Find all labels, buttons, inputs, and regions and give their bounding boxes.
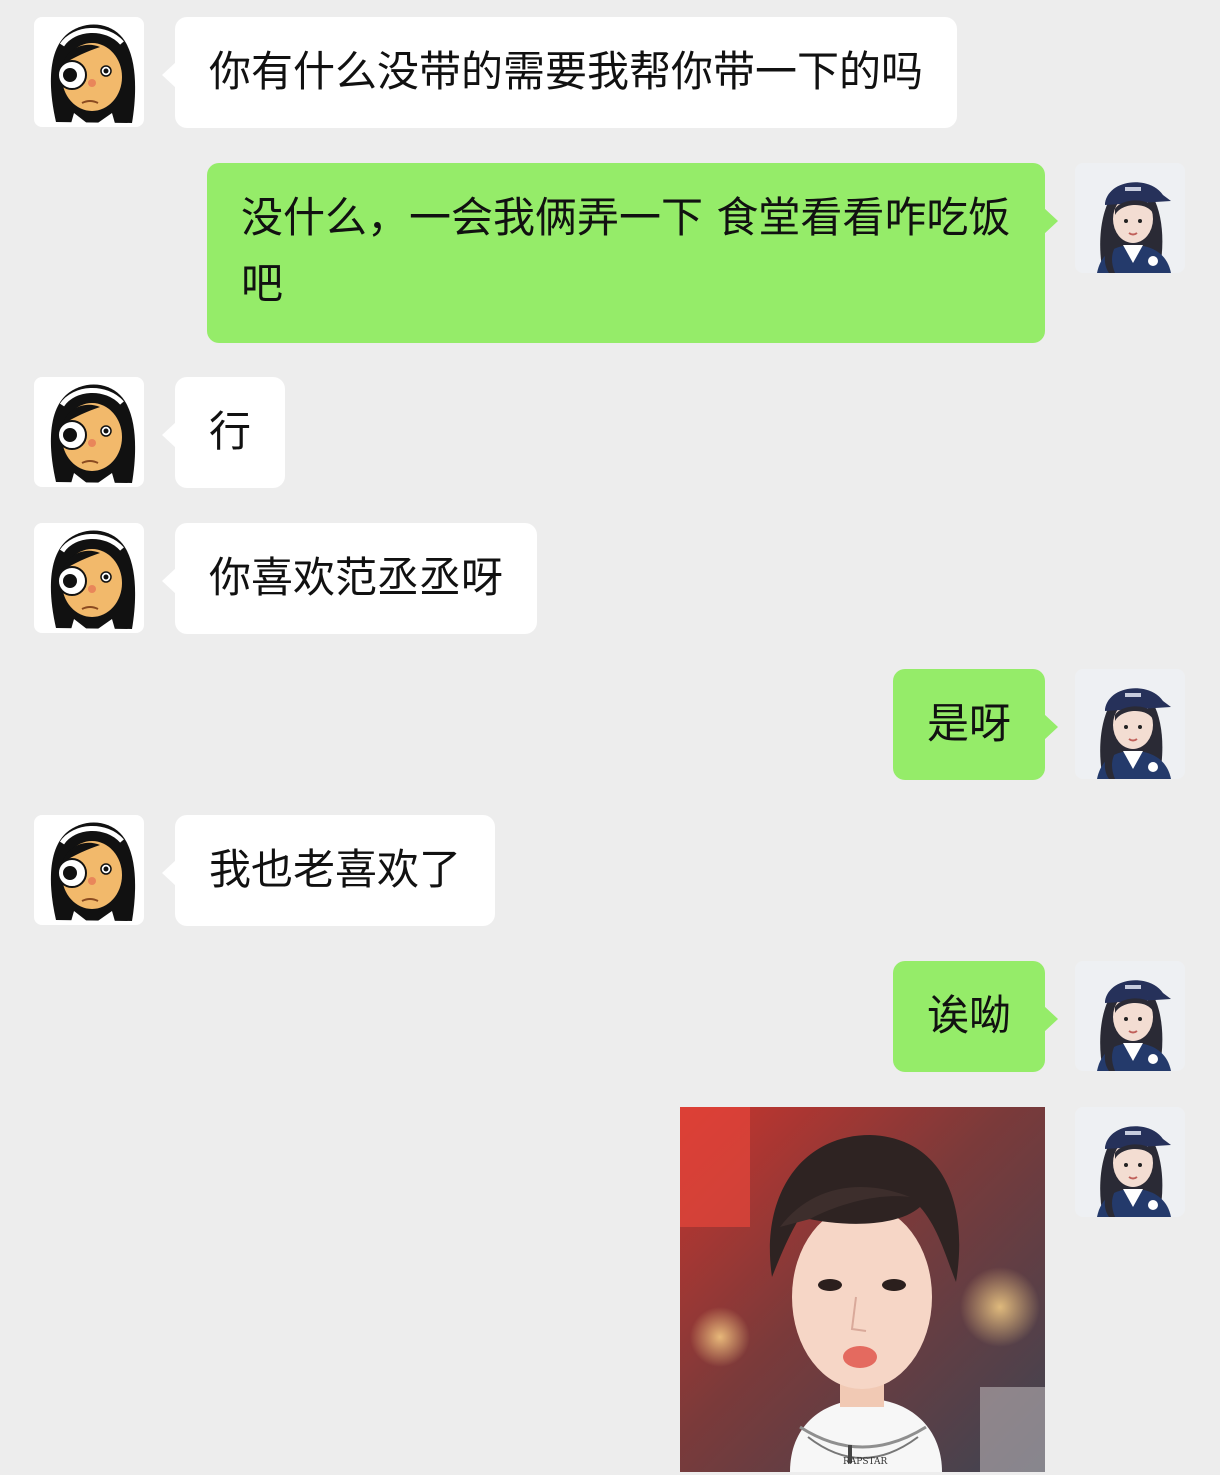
self-avatar-icon[interactable] <box>1075 1107 1185 1217</box>
message-bubble-incoming[interactable]: 行 <box>161 377 286 488</box>
self-avatar-icon[interactable] <box>1075 961 1185 1071</box>
self-avatar-icon[interactable] <box>1075 669 1185 779</box>
contact-avatar-icon[interactable] <box>34 377 144 487</box>
self-avatar-icon[interactable] <box>1075 163 1185 273</box>
message-bubble-outgoing[interactable]: 诶呦 <box>892 961 1059 1072</box>
message-bubble-outgoing[interactable]: 是呀 <box>892 669 1059 780</box>
necklace-label: RAPSTAR <box>843 1457 888 1467</box>
message-bubble-outgoing[interactable]: 没什么，一会我俩弄一下 食堂看看咋吃饭吧 <box>207 163 1058 343</box>
message-bubble-incoming[interactable]: 我也老喜欢了 <box>161 815 496 926</box>
contact-avatar-icon[interactable] <box>34 815 144 925</box>
message-bubble-incoming[interactable]: 你有什么没带的需要我帮你带一下的吗 <box>161 17 958 128</box>
image-message[interactable]: RAPSTAR <box>680 1107 1045 1472</box>
message-bubble-incoming[interactable]: 你喜欢范丞丞呀 <box>161 523 538 634</box>
contact-avatar-icon[interactable] <box>34 17 144 127</box>
contact-avatar-icon[interactable] <box>34 523 144 633</box>
